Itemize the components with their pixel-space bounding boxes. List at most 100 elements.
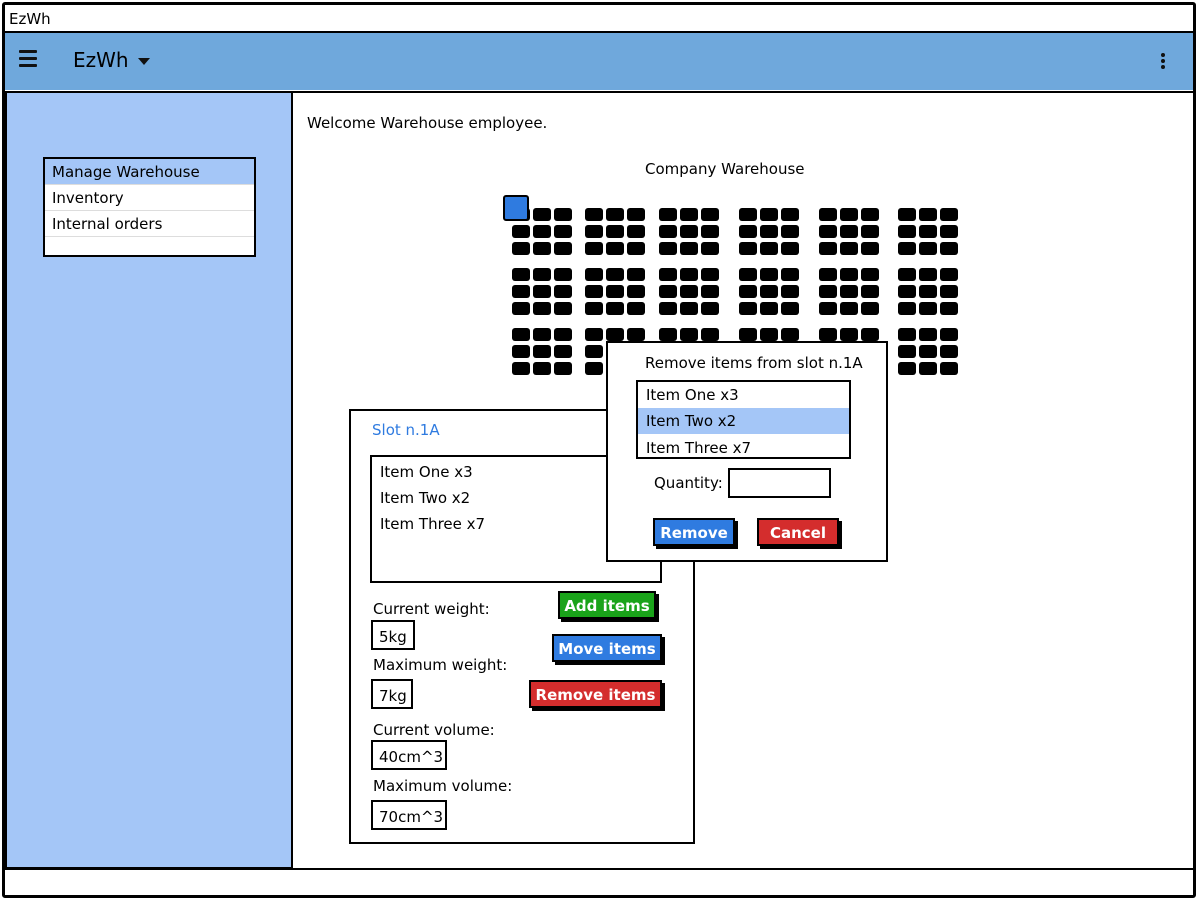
warehouse-slot[interactable]: [701, 225, 719, 238]
warehouse-slot[interactable]: [940, 225, 958, 238]
warehouse-slot[interactable]: [919, 242, 937, 255]
warehouse-slot[interactable]: [554, 208, 572, 221]
warehouse-slot[interactable]: [627, 242, 645, 255]
warehouse-slot[interactable]: [606, 242, 624, 255]
warehouse-slot[interactable]: [898, 268, 916, 281]
warehouse-slot[interactable]: [760, 225, 778, 238]
warehouse-slot[interactable]: [840, 328, 858, 341]
warehouse-slot[interactable]: [940, 328, 958, 341]
list-item[interactable]: Item Three x7: [638, 435, 849, 457]
warehouse-slot[interactable]: [940, 302, 958, 315]
warehouse-slot[interactable]: [512, 362, 530, 375]
warehouse-slot[interactable]: [739, 242, 757, 255]
warehouse-slot[interactable]: [533, 208, 551, 221]
warehouse-slot[interactable]: [606, 302, 624, 315]
warehouse-slot[interactable]: [606, 208, 624, 221]
add-items-button[interactable]: Add items: [558, 591, 656, 619]
warehouse-slot[interactable]: [840, 285, 858, 298]
warehouse-slot[interactable]: [781, 208, 799, 221]
warehouse-slot[interactable]: [585, 285, 603, 298]
warehouse-slot[interactable]: [627, 225, 645, 238]
warehouse-slot[interactable]: [919, 285, 937, 298]
warehouse-slot[interactable]: [760, 208, 778, 221]
warehouse-slot[interactable]: [819, 285, 837, 298]
warehouse-slot[interactable]: [627, 208, 645, 221]
warehouse-slot[interactable]: [781, 242, 799, 255]
warehouse-slot[interactable]: [512, 285, 530, 298]
warehouse-slot[interactable]: [701, 328, 719, 341]
warehouse-slot[interactable]: [533, 302, 551, 315]
warehouse-slot[interactable]: [627, 285, 645, 298]
warehouse-slot[interactable]: [919, 345, 937, 358]
warehouse-slot[interactable]: [585, 208, 603, 221]
warehouse-slot[interactable]: [512, 345, 530, 358]
warehouse-slot[interactable]: [554, 328, 572, 341]
warehouse-slot[interactable]: [659, 208, 677, 221]
warehouse-slot[interactable]: [898, 302, 916, 315]
warehouse-slot[interactable]: [680, 268, 698, 281]
warehouse-slot[interactable]: [606, 285, 624, 298]
warehouse-slot[interactable]: [739, 302, 757, 315]
warehouse-slot[interactable]: [739, 208, 757, 221]
warehouse-slot[interactable]: [919, 302, 937, 315]
warehouse-slot[interactable]: [585, 362, 603, 375]
warehouse-slot[interactable]: [739, 285, 757, 298]
warehouse-slot[interactable]: [760, 242, 778, 255]
warehouse-slot[interactable]: [781, 225, 799, 238]
warehouse-slot[interactable]: [512, 268, 530, 281]
warehouse-slot[interactable]: [512, 242, 530, 255]
warehouse-slot[interactable]: [819, 208, 837, 221]
warehouse-slot[interactable]: [898, 242, 916, 255]
list-item[interactable]: Item One x3: [638, 382, 849, 408]
warehouse-slot[interactable]: [585, 345, 603, 358]
warehouse-slot[interactable]: [533, 345, 551, 358]
warehouse-slot[interactable]: [781, 328, 799, 341]
warehouse-slot[interactable]: [819, 268, 837, 281]
warehouse-slot[interactable]: [940, 345, 958, 358]
warehouse-slot[interactable]: [919, 208, 937, 221]
warehouse-slot[interactable]: [533, 285, 551, 298]
warehouse-slot[interactable]: [701, 208, 719, 221]
warehouse-slot[interactable]: [680, 242, 698, 255]
quantity-input[interactable]: [728, 468, 831, 498]
warehouse-slot[interactable]: [533, 242, 551, 255]
warehouse-slot[interactable]: [659, 225, 677, 238]
warehouse-slot[interactable]: [760, 285, 778, 298]
warehouse-slot[interactable]: [739, 328, 757, 341]
warehouse-slot[interactable]: [861, 328, 879, 341]
warehouse-slot[interactable]: [739, 268, 757, 281]
warehouse-slot[interactable]: [819, 328, 837, 341]
warehouse-slot[interactable]: [940, 242, 958, 255]
warehouse-slot[interactable]: [898, 345, 916, 358]
warehouse-slot[interactable]: [861, 285, 879, 298]
warehouse-slot[interactable]: [760, 302, 778, 315]
warehouse-slot[interactable]: [760, 268, 778, 281]
warehouse-slot[interactable]: [659, 328, 677, 341]
warehouse-slot[interactable]: [701, 242, 719, 255]
warehouse-slot[interactable]: [701, 285, 719, 298]
warehouse-slot[interactable]: [898, 328, 916, 341]
warehouse-slot[interactable]: [627, 302, 645, 315]
warehouse-slot[interactable]: [585, 302, 603, 315]
warehouse-slot[interactable]: [940, 285, 958, 298]
dialog-items-list[interactable]: Item One x3 Item Two x2 Item Three x7: [636, 380, 851, 459]
warehouse-slot[interactable]: [840, 242, 858, 255]
warehouse-slot[interactable]: [627, 328, 645, 341]
warehouse-slot[interactable]: [585, 328, 603, 341]
warehouse-slot[interactable]: [659, 285, 677, 298]
warehouse-slot[interactable]: [919, 362, 937, 375]
warehouse-slot[interactable]: [680, 285, 698, 298]
warehouse-slot[interactable]: [760, 328, 778, 341]
warehouse-slot[interactable]: [585, 268, 603, 281]
warehouse-slot[interactable]: [512, 225, 530, 238]
warehouse-slot[interactable]: [919, 268, 937, 281]
warehouse-slot[interactable]: [680, 225, 698, 238]
warehouse-slot[interactable]: [554, 302, 572, 315]
warehouse-slot[interactable]: [781, 285, 799, 298]
warehouse-slot[interactable]: [554, 268, 572, 281]
warehouse-slot[interactable]: [781, 302, 799, 315]
list-item-selected[interactable]: Item Two x2: [638, 408, 849, 434]
warehouse-slot[interactable]: [940, 362, 958, 375]
cancel-button[interactable]: Cancel: [757, 518, 839, 546]
warehouse-slot[interactable]: [680, 302, 698, 315]
